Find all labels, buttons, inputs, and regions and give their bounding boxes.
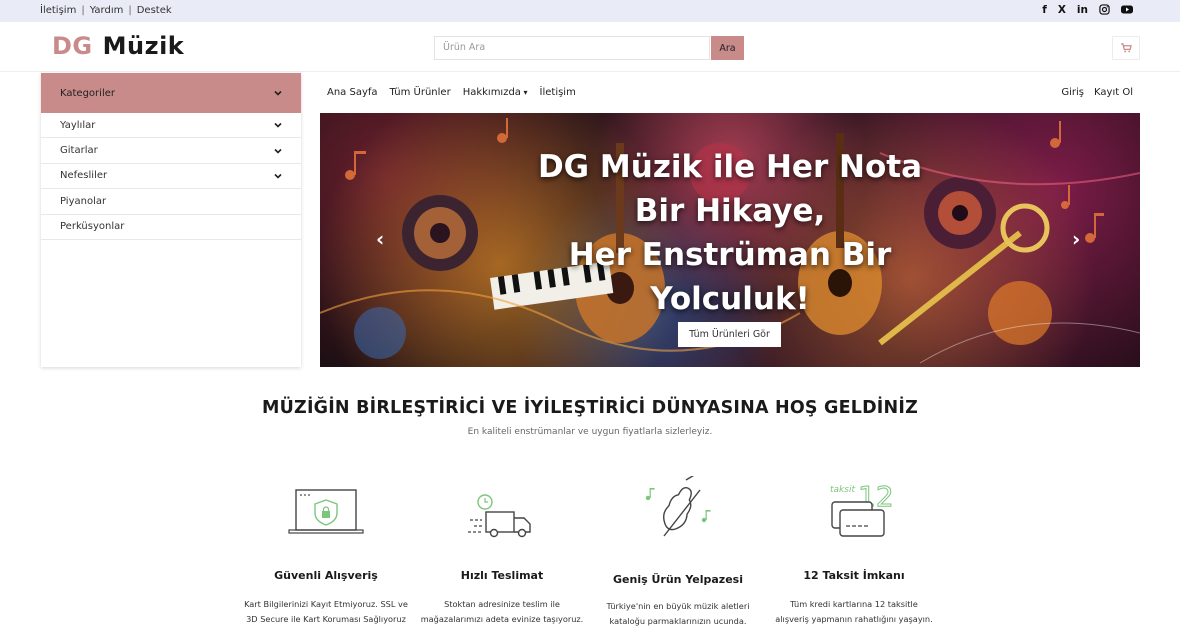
category-item-guitars[interactable]: Gitarlar	[41, 138, 301, 164]
category-item-percussion[interactable]: Perküsyonlar	[41, 215, 301, 240]
top-bar: İletişim | Yardım | Destek f X in	[0, 0, 1180, 22]
delivery-truck-icon	[468, 494, 531, 538]
svg-text:taksit: taksit	[830, 485, 855, 495]
top-link-help[interactable]: Yardım	[90, 5, 124, 16]
hero-title: DG Müzik ile Her Nota Bir Hikaye, Her En…	[537, 149, 923, 317]
view-all-products-button[interactable]: Tüm Ürünleri Gör	[678, 322, 781, 347]
category-sidebar: Kategoriler Yaylılar Gitarlar Nefesliler…	[41, 73, 301, 367]
welcome-title: MÜZİĞİN BİRLEŞTİRİCİ VE İYİLEŞTİRİCİ DÜN…	[262, 398, 918, 418]
top-link-contact[interactable]: İletişim	[40, 5, 76, 16]
secure-laptop-icon	[288, 489, 364, 534]
cart-icon	[1120, 43, 1132, 53]
carousel-prev-icon[interactable]: ‹	[376, 229, 384, 249]
main-nav: Ana Sayfa Tüm Ürünler Hakkımızda İletişi…	[327, 87, 576, 98]
youtube-icon[interactable]	[1121, 4, 1133, 18]
chevron-down-icon	[274, 90, 282, 96]
nav-contact[interactable]: İletişim	[540, 87, 576, 98]
nav-about-dropdown[interactable]: Hakkımızda	[463, 87, 528, 98]
top-link-support[interactable]: Destek	[137, 5, 172, 16]
chevron-down-icon	[274, 148, 282, 154]
login-link[interactable]: Giriş	[1061, 87, 1084, 98]
installment-cards-icon: taksit 12	[830, 480, 894, 537]
chevron-down-icon	[274, 123, 282, 128]
x-icon[interactable]: X	[1058, 4, 1066, 18]
social-links: f X in	[1042, 4, 1133, 18]
facebook-icon[interactable]: f	[1042, 4, 1047, 18]
linkedin-icon[interactable]: in	[1077, 4, 1088, 18]
feature-installments: taksit 12 12 Taksit İmkanı Tüm kredi kar…	[764, 476, 944, 625]
feature-wide-range: Geniş Ürün Yelpazesi Türkiye'nin en büyü…	[588, 476, 768, 626]
nav-home[interactable]: Ana Sayfa	[327, 87, 378, 98]
feature-secure-shopping: Güvenli Alışveriş Kart Bilgilerinizi Kay…	[236, 476, 416, 624]
site-header: DG Müzik Ürün Ara Ara	[0, 22, 1180, 72]
register-link[interactable]: Kayıt Ol	[1094, 87, 1133, 98]
categories-header[interactable]: Kategoriler	[41, 73, 301, 113]
search-input[interactable]: Ürün Ara	[434, 36, 710, 60]
instagram-icon[interactable]	[1099, 4, 1110, 18]
carousel-next-icon[interactable]: ›	[1072, 229, 1080, 249]
nav-all-products[interactable]: Tüm Ürünler	[390, 87, 451, 98]
site-logo[interactable]: DG Müzik	[52, 32, 184, 60]
category-item-winds[interactable]: Nefesliler	[41, 164, 301, 190]
violin-icon	[645, 476, 711, 537]
cart-button[interactable]	[1112, 36, 1140, 60]
category-item-pianos[interactable]: Piyanolar	[41, 189, 301, 215]
search-button[interactable]: Ara	[711, 36, 744, 60]
category-item-strings[interactable]: Yaylılar	[41, 113, 301, 139]
feature-fast-delivery: Hızlı Teslimat Stoktan adresinize teslim…	[412, 476, 592, 624]
chevron-down-icon	[274, 173, 282, 179]
auth-links: Giriş Kayıt Ol	[1061, 87, 1133, 98]
top-links: İletişim | Yardım | Destek	[40, 5, 172, 16]
welcome-subtitle: En kaliteli enstrümanlar ve uygun fiyatl…	[467, 427, 713, 437]
hero-carousel: DG Müzik ile Her Nota Bir Hikaye, Her En…	[320, 113, 1140, 367]
